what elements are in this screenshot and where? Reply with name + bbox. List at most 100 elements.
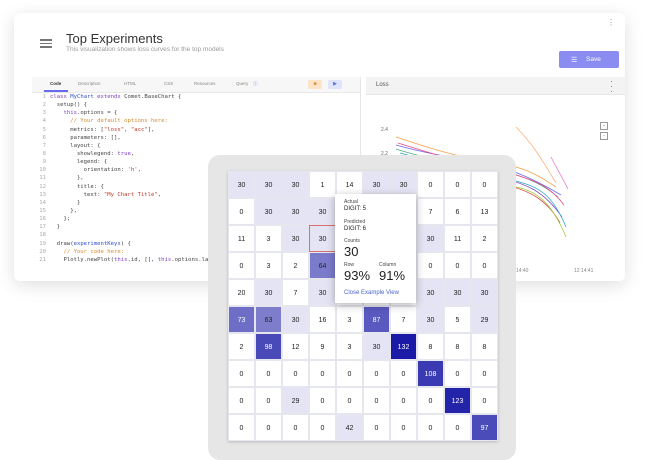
matrix-cell[interactable]: 0 (282, 360, 309, 387)
matrix-cell[interactable]: 8 (444, 333, 471, 360)
matrix-cell[interactable]: 0 (255, 387, 282, 414)
matrix-cell[interactable]: 0 (417, 252, 444, 279)
matrix-cell[interactable]: 0 (363, 387, 390, 414)
matrix-cell[interactable]: 30 (282, 306, 309, 333)
matrix-cell[interactable]: 16 (309, 306, 336, 333)
matrix-cell[interactable]: 0 (228, 387, 255, 414)
hamburger-menu-icon[interactable] (40, 39, 52, 48)
matrix-cell[interactable]: 7 (417, 198, 444, 225)
matrix-cell[interactable]: 0 (390, 387, 417, 414)
matrix-cell[interactable]: 0 (444, 414, 471, 441)
matrix-cell[interactable]: 30 (471, 279, 498, 306)
matrix-cell[interactable]: 30 (309, 198, 336, 225)
matrix-cell[interactable]: 0 (363, 360, 390, 387)
matrix-cell[interactable]: 30 (255, 171, 282, 198)
matrix-cell[interactable]: 12 (282, 333, 309, 360)
matrix-cell[interactable]: 0 (228, 414, 255, 441)
tab-query[interactable]: Query (236, 81, 248, 86)
matrix-cell[interactable]: 20 (228, 279, 255, 306)
matrix-cell[interactable]: 11 (444, 225, 471, 252)
matrix-cell[interactable]: 73 (228, 306, 255, 333)
actual-label: Actual (344, 199, 358, 205)
matrix-cell[interactable]: 5 (444, 306, 471, 333)
matrix-cell[interactable]: 98 (255, 333, 282, 360)
matrix-cell[interactable]: 0 (255, 414, 282, 441)
more-options-icon[interactable]: ⋮ (607, 19, 615, 27)
matrix-cell[interactable]: 30 (282, 225, 309, 252)
matrix-cell[interactable]: 13 (471, 198, 498, 225)
matrix-cell[interactable]: 30 (444, 279, 471, 306)
matrix-cell[interactable]: 6 (444, 198, 471, 225)
matrix-cell[interactable]: 0 (228, 198, 255, 225)
save-button[interactable]: ☰ Save (559, 51, 619, 68)
tab-html[interactable]: HTML (124, 81, 136, 86)
matrix-cell[interactable]: 0 (417, 171, 444, 198)
matrix-cell[interactable]: 0 (471, 387, 498, 414)
matrix-cell[interactable]: 3 (255, 225, 282, 252)
matrix-cell[interactable]: 0 (390, 360, 417, 387)
matrix-cell[interactable]: 3 (336, 306, 363, 333)
close-example-view-link[interactable]: Close Example View (344, 290, 399, 296)
matrix-cell[interactable]: 0 (363, 414, 390, 441)
matrix-cell[interactable]: 0 (282, 414, 309, 441)
stop-icon[interactable]: ■ (308, 80, 322, 89)
tab-code[interactable]: Code (50, 81, 61, 86)
matrix-cell[interactable]: 30 (363, 333, 390, 360)
matrix-cell[interactable]: 0 (444, 360, 471, 387)
matrix-cell[interactable]: 7 (390, 306, 417, 333)
matrix-cell[interactable]: 0 (228, 252, 255, 279)
matrix-cell[interactable]: 30 (309, 225, 336, 252)
matrix-cell[interactable]: 0 (336, 387, 363, 414)
matrix-cell[interactable]: 30 (417, 306, 444, 333)
matrix-cell[interactable]: 29 (471, 306, 498, 333)
matrix-cell[interactable]: 63 (255, 306, 282, 333)
matrix-cell[interactable]: 30 (282, 171, 309, 198)
matrix-cell[interactable]: 42 (336, 414, 363, 441)
matrix-cell[interactable]: 2 (471, 225, 498, 252)
tab-description[interactable]: Description (78, 81, 101, 86)
matrix-cell[interactable]: 0 (417, 414, 444, 441)
matrix-cell[interactable]: 0 (255, 360, 282, 387)
matrix-cell[interactable]: 0 (471, 171, 498, 198)
matrix-cell[interactable]: 0 (390, 414, 417, 441)
matrix-cell[interactable]: 0 (309, 387, 336, 414)
tab-css[interactable]: CSS (164, 81, 173, 86)
matrix-cell[interactable]: 3 (336, 333, 363, 360)
matrix-cell[interactable]: 0 (228, 360, 255, 387)
matrix-cell[interactable]: 9 (309, 333, 336, 360)
matrix-cell[interactable]: 7 (282, 279, 309, 306)
matrix-cell[interactable]: 8 (417, 333, 444, 360)
matrix-cell[interactable]: 97 (471, 414, 498, 441)
matrix-cell[interactable]: 108 (417, 360, 444, 387)
matrix-cell[interactable]: 0 (309, 414, 336, 441)
line-number: 11 (39, 175, 46, 182)
matrix-cell[interactable]: 0 (471, 360, 498, 387)
matrix-cell[interactable]: 2 (282, 252, 309, 279)
matrix-cell[interactable]: 11 (228, 225, 255, 252)
matrix-cell[interactable]: 0 (471, 252, 498, 279)
matrix-cell[interactable]: 0 (444, 252, 471, 279)
matrix-cell[interactable]: 87 (363, 306, 390, 333)
matrix-cell[interactable]: 8 (471, 333, 498, 360)
matrix-cell[interactable]: 2 (228, 333, 255, 360)
matrix-cell[interactable]: 29 (282, 387, 309, 414)
matrix-cell[interactable]: 3 (255, 252, 282, 279)
run-icon[interactable]: ▶ (328, 80, 342, 89)
matrix-cell[interactable]: 1 (309, 171, 336, 198)
matrix-cell[interactable]: 30 (255, 198, 282, 225)
matrix-cell[interactable]: 30 (417, 225, 444, 252)
matrix-cell[interactable]: 0 (336, 360, 363, 387)
matrix-cell[interactable]: 0 (444, 171, 471, 198)
matrix-cell[interactable]: 64 (309, 252, 336, 279)
matrix-cell[interactable]: 30 (417, 279, 444, 306)
matrix-cell[interactable]: 132 (390, 333, 417, 360)
matrix-cell[interactable]: 30 (309, 279, 336, 306)
tab-resources[interactable]: Resources (194, 81, 216, 86)
matrix-cell[interactable]: 0 (417, 387, 444, 414)
matrix-cell[interactable]: 0 (309, 360, 336, 387)
code-token: "loss" (103, 126, 125, 133)
matrix-cell[interactable]: 30 (255, 279, 282, 306)
matrix-cell[interactable]: 30 (228, 171, 255, 198)
matrix-cell[interactable]: 123 (444, 387, 471, 414)
matrix-cell[interactable]: 30 (282, 198, 309, 225)
